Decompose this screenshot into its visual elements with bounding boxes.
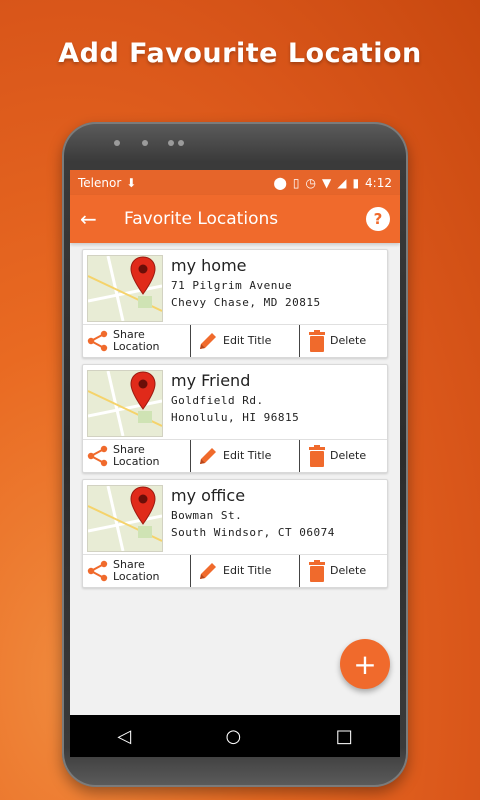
trash-icon — [309, 330, 325, 352]
usb-icon: ⬇ — [126, 175, 137, 190]
address-line: Chevy Chase, MD 20815 — [171, 296, 321, 309]
trash-icon — [309, 560, 325, 582]
delete-label: Delete — [330, 564, 367, 577]
share-location-button[interactable]: Share Location — [83, 325, 190, 357]
share-label-line2: Location — [113, 570, 160, 583]
edit-title-button[interactable]: Edit Title — [190, 440, 299, 472]
trash-icon — [309, 445, 325, 467]
location-card[interactable]: my office Bowman St. South Windsor, CT 0… — [82, 479, 388, 588]
delete-button[interactable]: Delete — [299, 555, 387, 587]
pencil-icon — [200, 563, 216, 579]
share-label-line2: Location — [113, 340, 160, 353]
location-card[interactable]: my home 71 Pilgrim Avenue Chevy Chase, M… — [82, 249, 388, 358]
sensor-dot — [114, 140, 120, 146]
promo-title: Add Favourite Location — [58, 38, 422, 69]
address-line: 71 Pilgrim Avenue — [171, 279, 293, 292]
edit-title-button[interactable]: Edit Title — [190, 325, 299, 357]
delete-button[interactable]: Delete — [299, 325, 387, 357]
location-title: my Friend — [171, 371, 251, 390]
phone-screen: Telenor ⬇ ⬤ ▯ ◷ ▼ ◢ ▮ 4:12 ← Favorite Lo… — [70, 170, 400, 715]
edit-title-label: Edit Title — [223, 334, 272, 347]
map-pin-icon — [130, 486, 156, 525]
vibrate-icon: ▯ — [292, 175, 300, 190]
clock: 4:12 — [365, 175, 392, 190]
location-title: my office — [171, 486, 246, 505]
status-bar: Telenor ⬇ ⬤ ▯ ◷ ▼ ◢ ▮ 4:12 — [70, 170, 400, 195]
address-line: South Windsor, CT 06074 — [171, 526, 335, 539]
nav-recents-icon[interactable]: □ — [336, 726, 353, 747]
page-title: Favorite Locations — [124, 209, 279, 229]
map-pin-icon — [130, 371, 156, 410]
phone-frame: Telenor ⬇ ⬤ ▯ ◷ ▼ ◢ ▮ 4:12 ← Favorite Lo… — [62, 122, 408, 787]
edit-title-label: Edit Title — [223, 449, 272, 462]
carrier-name: Telenor — [78, 175, 122, 190]
share-label-line2: Location — [113, 455, 160, 468]
arrow-left-icon[interactable]: ← — [80, 207, 124, 231]
map-pin-icon — [130, 256, 156, 295]
camera-dot — [142, 140, 148, 146]
battery-icon: ▮ — [352, 175, 360, 190]
wifi-icon: ▼ — [321, 175, 332, 190]
map-thumbnail — [87, 485, 163, 552]
android-nav-bar: ◁ ○ □ — [70, 715, 400, 757]
edit-title-label: Edit Title — [223, 564, 272, 577]
signal-icon: ◢ — [337, 175, 347, 190]
edit-title-button[interactable]: Edit Title — [190, 555, 299, 587]
location-card[interactable]: my Friend Goldfield Rd. Honolulu, HI 968… — [82, 364, 388, 473]
nav-home-icon[interactable]: ○ — [226, 726, 242, 747]
address-line: Goldfield Rd. — [171, 394, 264, 407]
map-thumbnail — [87, 370, 163, 437]
location-list: my home 71 Pilgrim Avenue Chevy Chase, M… — [70, 243, 400, 588]
nav-back-icon[interactable]: ◁ — [117, 726, 131, 747]
location-icon: ⬤ — [273, 175, 287, 190]
map-thumbnail — [87, 255, 163, 322]
address-line: Honolulu, HI 96815 — [171, 411, 300, 424]
app-toolbar: ← Favorite Locations ? — [70, 195, 400, 243]
share-location-button[interactable]: Share Location — [83, 555, 190, 587]
delete-label: Delete — [330, 334, 367, 347]
address-line: Bowman St. — [171, 509, 243, 522]
delete-button[interactable]: Delete — [299, 440, 387, 472]
add-location-fab[interactable]: + — [340, 639, 390, 689]
sensor-dot — [168, 140, 174, 146]
share-icon — [87, 445, 108, 467]
alarm-icon: ◷ — [305, 175, 316, 190]
share-icon — [87, 330, 108, 352]
help-icon[interactable]: ? — [366, 207, 390, 231]
share-icon — [87, 560, 108, 582]
share-location-button[interactable]: Share Location — [83, 440, 190, 472]
pencil-icon — [200, 333, 216, 349]
pencil-icon — [200, 448, 216, 464]
location-title: my home — [171, 256, 247, 275]
phone-sensors — [62, 136, 408, 146]
sensor-dot — [178, 140, 184, 146]
delete-label: Delete — [330, 449, 367, 462]
